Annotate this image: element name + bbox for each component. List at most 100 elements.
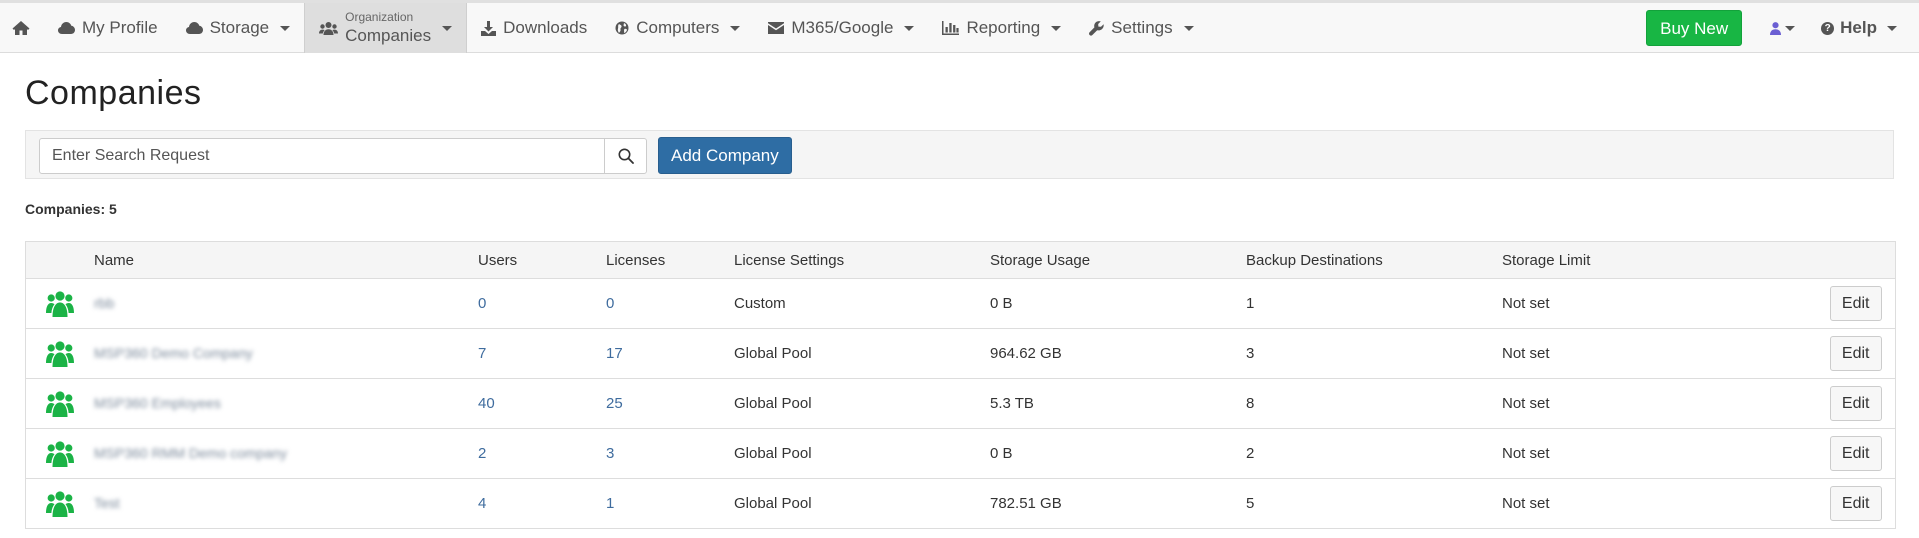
bar-chart-icon	[942, 21, 960, 35]
companies-table-wrapper: Name Users Licenses License Settings Sto…	[25, 241, 1896, 529]
nav-home[interactable]	[0, 3, 44, 53]
company-name-link[interactable]: Test	[94, 495, 120, 511]
col-header-name[interactable]: Name	[94, 241, 478, 279]
company-name-link[interactable]: MSP360 Demo Company	[94, 345, 253, 361]
nav-storage[interactable]: Storage	[172, 3, 305, 53]
company-users-icon	[46, 490, 74, 517]
edit-button[interactable]: Edit	[1829, 386, 1882, 421]
cell-actions: Edit	[1758, 478, 1896, 529]
nav-m365-google-label: M365/Google	[791, 18, 894, 37]
col-header-storage-usage[interactable]: Storage Usage	[990, 241, 1246, 279]
nav-computers[interactable]: Computers	[601, 3, 754, 53]
col-header-backup-destinations[interactable]: Backup Destinations	[1246, 241, 1502, 279]
licenses-count-link[interactable]: 1	[606, 495, 614, 512]
cell-name: MSP360 Employees	[94, 378, 478, 429]
add-company-button[interactable]: Add Company	[658, 137, 792, 174]
nav-m365-google[interactable]: M365/Google	[754, 3, 928, 53]
cell-users: 0	[478, 278, 606, 329]
cell-backup-destinations: 2	[1246, 428, 1502, 479]
cell-users: 2	[478, 428, 606, 479]
cell-actions: Edit	[1758, 328, 1896, 379]
help-menu[interactable]: ? Help	[1809, 18, 1919, 38]
cell-users: 40	[478, 378, 606, 429]
nav-organization-caption: Organization	[345, 9, 414, 24]
cell-storage-usage: 0 B	[990, 278, 1246, 329]
cell-actions: Edit	[1758, 428, 1896, 479]
cell-license-settings: Global Pool	[734, 328, 990, 379]
nav-reporting[interactable]: Reporting	[928, 3, 1075, 53]
cell-licenses: 17	[606, 328, 734, 379]
home-icon	[12, 21, 30, 35]
licenses-count-link[interactable]: 17	[606, 345, 623, 362]
company-users-icon	[46, 340, 74, 367]
users-count-link[interactable]: 7	[478, 345, 486, 362]
users-count-link[interactable]: 0	[478, 295, 486, 312]
chevron-down-icon	[1051, 25, 1062, 31]
users-count-link[interactable]: 40	[478, 395, 495, 412]
cell-actions: Edit	[1758, 278, 1896, 329]
col-header-licenses[interactable]: Licenses	[606, 241, 734, 279]
cell-storage-limit: Not set	[1502, 428, 1758, 479]
col-header-license-settings[interactable]: License Settings	[734, 241, 990, 279]
nav-organization[interactable]: Organization Companies	[304, 3, 468, 53]
nav-my-profile-label: My Profile	[82, 18, 158, 37]
download-icon	[481, 20, 497, 36]
search-input[interactable]	[39, 138, 605, 174]
edit-button[interactable]: Edit	[1829, 336, 1882, 371]
cell-backup-destinations: 5	[1246, 478, 1502, 529]
col-header-users[interactable]: Users	[478, 241, 606, 279]
cell-licenses: 1	[606, 478, 734, 529]
licenses-count-link[interactable]: 3	[606, 445, 614, 462]
cloud-icon	[58, 22, 75, 34]
nav-organization-label: Companies	[345, 26, 432, 46]
chevron-down-icon	[1183, 25, 1194, 31]
edit-button[interactable]: Edit	[1829, 436, 1882, 471]
cell-storage-limit: Not set	[1502, 328, 1758, 379]
top-navbar: My Profile Storage Organization Companie…	[0, 0, 1919, 53]
cell-name: rbb	[94, 278, 478, 329]
edit-button[interactable]: Edit	[1829, 486, 1882, 521]
question-icon: ?	[1821, 21, 1835, 35]
companies-table: Name Users Licenses License Settings Sto…	[25, 241, 1896, 529]
col-header-icon	[25, 241, 94, 279]
cell-license-settings: Global Pool	[734, 378, 990, 429]
company-name-link[interactable]: MSP360 RMM Demo company	[94, 445, 287, 461]
cell-license-settings: Global Pool	[734, 428, 990, 479]
chevron-down-icon	[280, 25, 291, 31]
cloud-icon	[185, 22, 203, 34]
cell-backup-destinations: 3	[1246, 328, 1502, 379]
cell-storage-usage: 0 B	[990, 428, 1246, 479]
licenses-count-link[interactable]: 0	[606, 295, 614, 312]
cell-name: Test	[94, 478, 478, 529]
nav-my-profile[interactable]: My Profile	[44, 3, 172, 53]
edit-button[interactable]: Edit	[1829, 286, 1882, 321]
page-title: Companies	[25, 74, 202, 112]
company-users-icon	[46, 290, 74, 317]
table-header-row: Name Users Licenses License Settings Sto…	[25, 241, 1896, 279]
table-row: Test 4 1 Global Pool 782.51 GB 5 Not set…	[25, 478, 1896, 529]
nav-settings[interactable]: Settings	[1075, 3, 1207, 53]
cell-backup-destinations: 1	[1246, 278, 1502, 329]
chevron-down-icon	[1887, 25, 1897, 31]
help-label: Help	[1840, 18, 1877, 37]
cell-storage-limit: Not set	[1502, 478, 1758, 529]
cell-name: MSP360 RMM Demo company	[94, 428, 478, 479]
user-menu[interactable]	[1756, 21, 1809, 35]
cell-licenses: 0	[606, 278, 734, 329]
users-count-link[interactable]: 2	[478, 445, 486, 462]
users-count-link[interactable]: 4	[478, 495, 486, 512]
company-name-link[interactable]: MSP360 Employees	[94, 395, 221, 411]
buy-new-button[interactable]: Buy New	[1646, 10, 1743, 46]
col-header-storage-limit[interactable]: Storage Limit	[1502, 241, 1758, 279]
col-header-actions	[1758, 241, 1896, 279]
company-users-icon	[46, 440, 74, 467]
nav-reporting-label: Reporting	[966, 18, 1041, 37]
cell-users: 7	[478, 328, 606, 379]
nav-downloads[interactable]: Downloads	[467, 3, 601, 53]
company-name-link[interactable]: rbb	[94, 295, 114, 311]
globe-icon	[615, 21, 629, 35]
envelope-icon	[768, 22, 785, 34]
cell-storage-usage: 782.51 GB	[990, 478, 1246, 529]
licenses-count-link[interactable]: 25	[606, 395, 623, 412]
search-button[interactable]	[604, 138, 647, 174]
